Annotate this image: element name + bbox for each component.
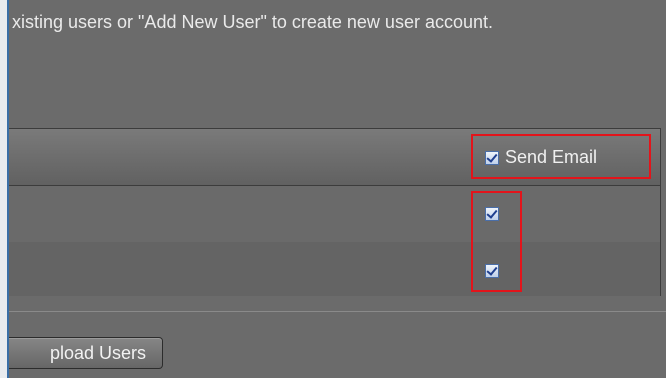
send-email-row-checkbox[interactable] — [485, 264, 499, 278]
table-row — [9, 242, 660, 296]
left-frame-edge — [0, 0, 9, 378]
upload-users-label: pload Users — [49, 343, 146, 363]
upload-users-button[interactable]: pload Users — [9, 337, 163, 369]
divider — [9, 311, 666, 312]
users-table: Send Email — [9, 128, 661, 296]
instructions-text: xisting users or "Add New User" to creat… — [12, 12, 493, 32]
send-email-header-label: Send Email — [505, 147, 598, 167]
send-email-all-checkbox[interactable] — [485, 151, 499, 165]
table-row — [9, 186, 660, 242]
send-email-row-checkbox[interactable] — [485, 207, 499, 221]
